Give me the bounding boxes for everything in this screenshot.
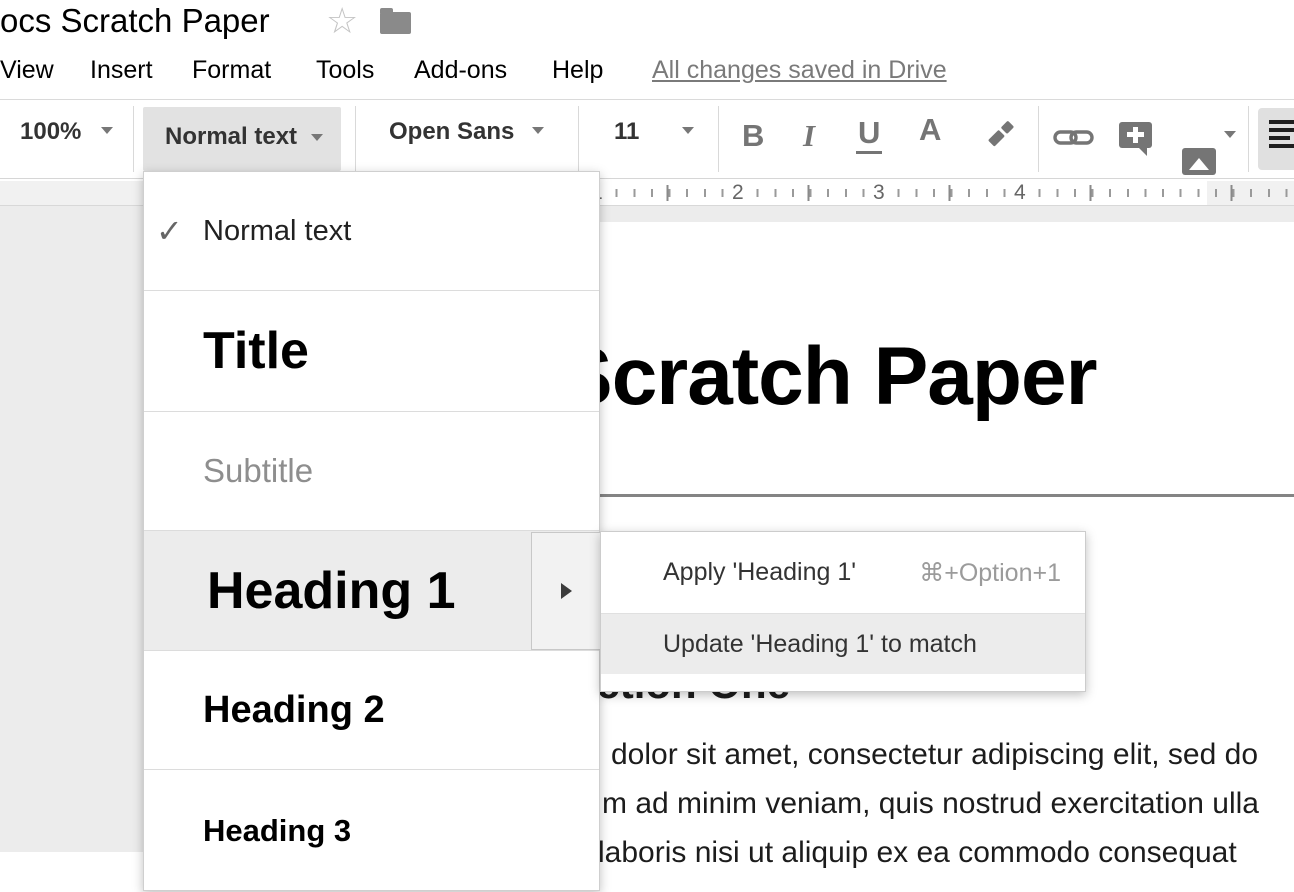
align-button[interactable]	[1258, 108, 1294, 170]
menu-item-label: Title	[144, 321, 309, 381]
align-bar	[1269, 144, 1294, 148]
text-color-icon[interactable]: A	[919, 112, 941, 148]
check-icon: ✓	[156, 212, 183, 250]
toolbar-separator	[718, 106, 719, 172]
menu-item-label: Heading 2	[144, 689, 385, 732]
font-select[interactable]: Open Sans	[389, 118, 514, 146]
toolbar-separator	[1038, 106, 1039, 172]
styles-caret-icon	[311, 134, 323, 141]
menu-addons[interactable]: Add-ons	[414, 56, 507, 85]
ruler-mark-3: 3	[868, 181, 890, 205]
comment-tail	[1138, 147, 1147, 156]
align-bar	[1269, 120, 1294, 124]
keyboard-shortcut: ⌘+Option+1	[919, 558, 1061, 588]
menu-tools[interactable]: Tools	[316, 56, 374, 85]
document-body-line[interactable]: laboris nisi ut aliquip ex ea commodo co…	[598, 836, 1237, 870]
insert-link-icon[interactable]	[1053, 120, 1095, 156]
submenu-item-label: Update 'Heading 1' to match	[601, 630, 977, 659]
image-caret-icon[interactable]	[1224, 131, 1236, 138]
submenu-item-label: Apply 'Heading 1'	[601, 558, 856, 587]
menu-item-normal-text[interactable]: ✓ Normal text	[144, 172, 599, 290]
document-body-line[interactable]: dolor sit amet, consectetur adipiscing e…	[611, 738, 1258, 772]
heading-1-submenu: Apply 'Heading 1' ⌘+Option+1 Update 'Hea…	[600, 531, 1086, 692]
ruler-mark-4: 4	[1009, 181, 1031, 205]
save-status-link[interactable]: All changes saved in Drive	[652, 56, 947, 85]
toolbar-separator	[1248, 106, 1249, 172]
underline-icon[interactable]: U	[856, 115, 882, 154]
align-bar	[1269, 136, 1290, 140]
font-size-select[interactable]: 11	[614, 118, 639, 146]
document-name[interactable]: ocs Scratch Paper	[0, 2, 270, 40]
font-caret-icon[interactable]	[532, 127, 544, 134]
menu-item-label: Subtitle	[144, 452, 313, 490]
menu-help[interactable]: Help	[552, 56, 603, 85]
insert-image-icon[interactable]	[1182, 148, 1216, 175]
folder-icon[interactable]	[380, 12, 411, 34]
submenu-item-apply-heading-1[interactable]: Apply 'Heading 1' ⌘+Option+1	[601, 532, 1085, 613]
menu-item-subtitle[interactable]: Subtitle	[144, 411, 599, 530]
paragraph-styles-menu: ✓ Normal text Title Subtitle Heading 1 H…	[143, 171, 600, 891]
paint-format-icon[interactable]	[982, 116, 1018, 152]
menu-item-title[interactable]: Title	[144, 290, 599, 411]
menu-item-label: Heading 1	[144, 561, 456, 621]
ruler-mark-2: 2	[727, 181, 749, 205]
paragraph-styles-button[interactable]: Normal text	[143, 107, 341, 171]
bold-icon[interactable]: B	[742, 118, 764, 154]
menu-item-heading-3[interactable]: Heading 3	[144, 769, 599, 892]
toolbar: 100% Normal text Open Sans 11 B I U A	[0, 99, 1294, 179]
toolbar-separator	[355, 106, 356, 172]
submenu-item-update-heading-1[interactable]: Update 'Heading 1' to match	[601, 614, 1085, 674]
document-title-text[interactable]: Scratch Paper	[558, 330, 1097, 424]
font-size-caret-icon[interactable]	[682, 127, 694, 134]
zoom-caret-icon[interactable]	[101, 127, 113, 134]
document-body-line[interactable]: m ad minim veniam, quis nostrud exercita…	[602, 787, 1259, 821]
submenu-arrow-icon	[561, 583, 572, 599]
menu-format[interactable]: Format	[192, 56, 271, 85]
star-icon[interactable]: ☆	[326, 0, 358, 44]
titlebar: ocs Scratch Paper ☆	[0, 0, 1294, 45]
menu-view[interactable]: View	[0, 56, 54, 85]
menu-item-heading-2[interactable]: Heading 2	[144, 650, 599, 769]
heading-1-submenu-toggle[interactable]	[531, 532, 601, 650]
italic-icon[interactable]: I	[803, 118, 815, 154]
paragraph-styles-value: Normal text	[165, 123, 297, 151]
menu-insert[interactable]: Insert	[90, 56, 153, 85]
toolbar-separator	[133, 106, 134, 172]
zoom-select[interactable]: 100%	[20, 118, 81, 146]
menubar: View Insert Format Tools Add-ons Help Al…	[0, 45, 1294, 99]
toolbar-separator	[578, 106, 579, 172]
menu-item-label: Heading 3	[144, 813, 351, 849]
insert-comment-icon[interactable]	[1119, 122, 1152, 148]
align-bar	[1269, 128, 1294, 132]
